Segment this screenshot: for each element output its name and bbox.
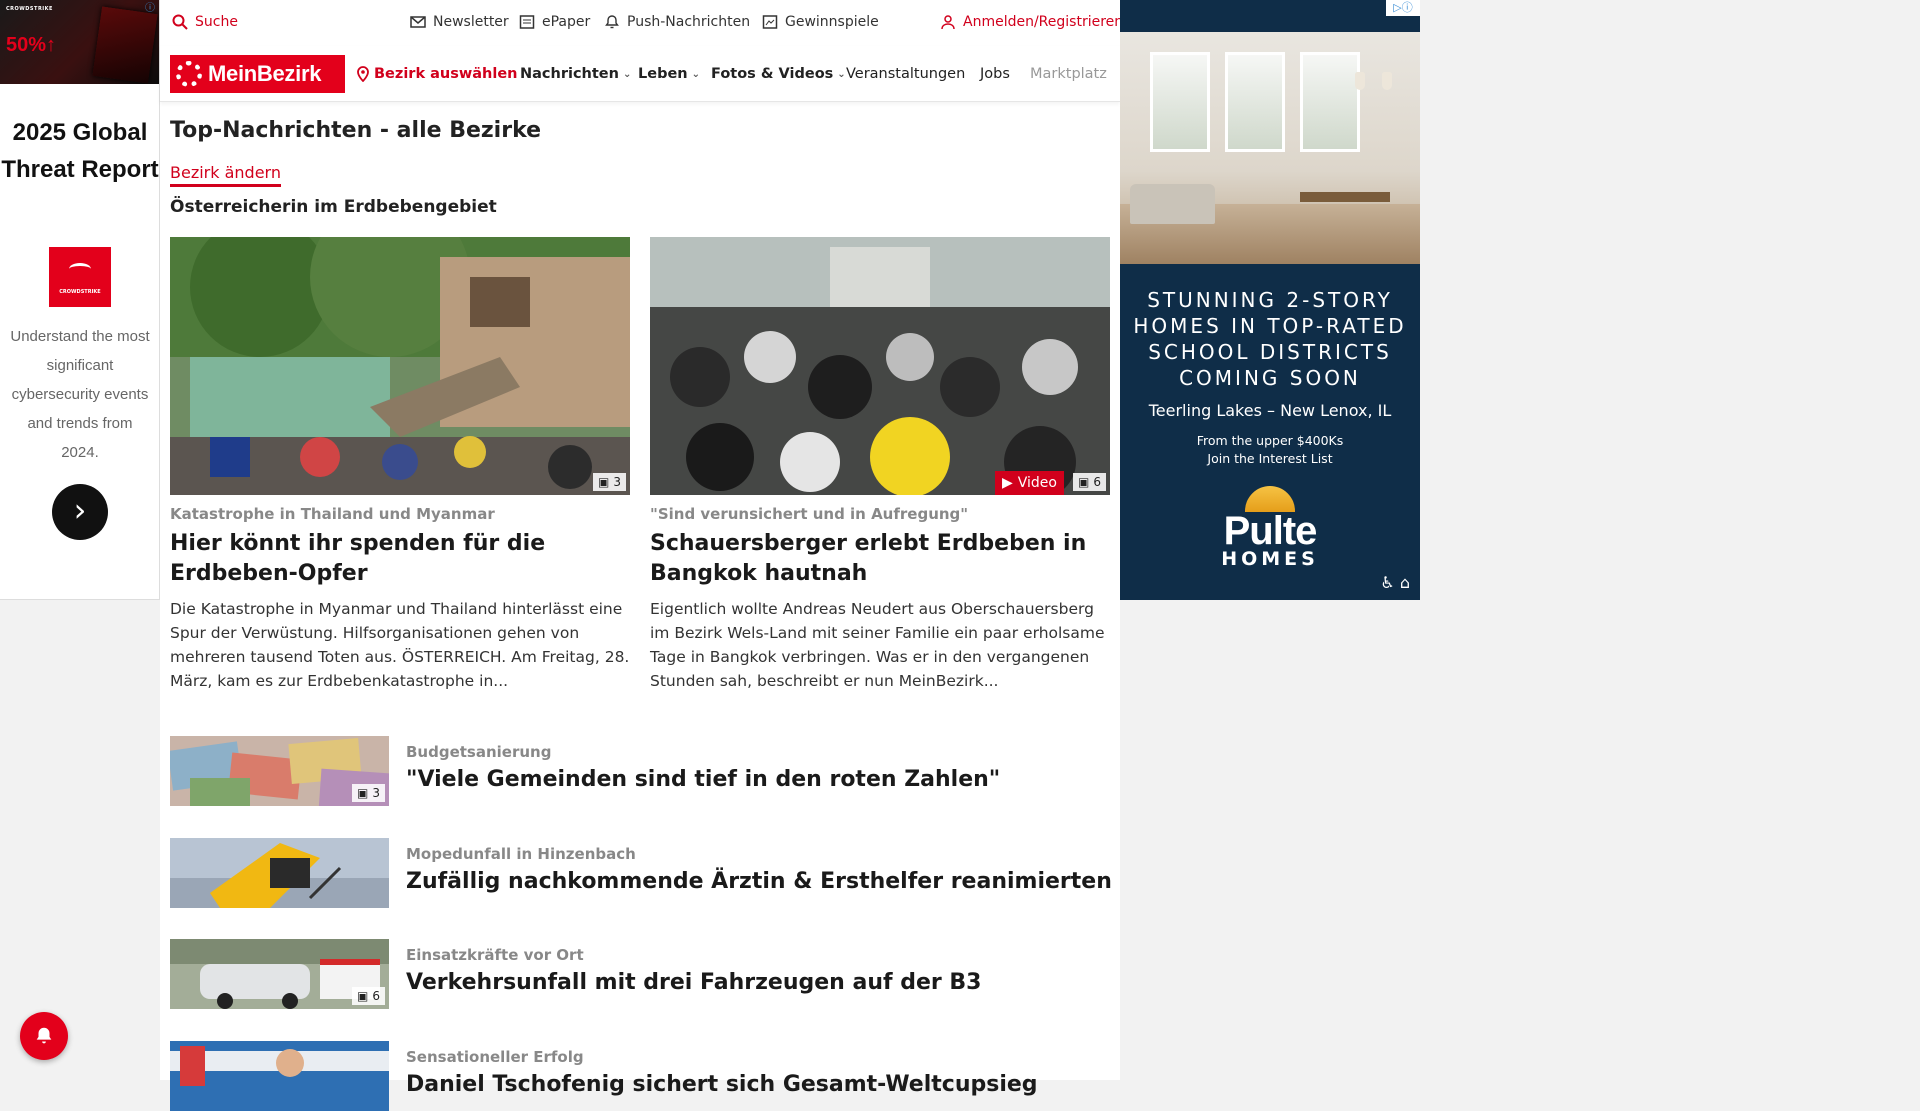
article-list-item[interactable]: ▣ 6 Einsatzkräfte vor Ort Verkehrsunfall … bbox=[170, 939, 1110, 1009]
play-icon: ▶ bbox=[1001, 475, 1013, 491]
ad-next-arrow-icon[interactable]: › bbox=[52, 484, 108, 540]
nav-leben[interactable]: Leben ⌄ bbox=[638, 66, 700, 82]
newspaper-icon bbox=[519, 15, 535, 29]
envelope-icon bbox=[410, 16, 426, 28]
article-kicker: "Sind verunsichert und in Aufregung" bbox=[650, 505, 969, 523]
photo-count-badge: ▣ 3 bbox=[593, 473, 626, 491]
article-kicker: Mopedunfall in Hinzenbach bbox=[406, 845, 636, 863]
article-title[interactable]: "Viele Gemeinden sind tief in den roten … bbox=[406, 767, 1000, 792]
section-title[interactable]: Österreicherin im Erdbebengebiet bbox=[170, 197, 497, 217]
ad-banner-image[interactable]: CROWDSTRIKE 50%↑ bbox=[0, 0, 159, 84]
chevron-down-icon: ⌄ bbox=[691, 68, 701, 80]
article-teaser: Eigentlich wollte Andreas Neudert aus Ob… bbox=[650, 600, 1105, 690]
article-kicker: Katastrophe in Thailand und Myanmar bbox=[170, 505, 495, 523]
nav-nachrichten[interactable]: Nachrichten ⌄ bbox=[520, 66, 631, 82]
top-utility-bar: Suche Newsletter ePaper Push-Nachrichten… bbox=[160, 0, 1123, 46]
article-thumbnail[interactable] bbox=[170, 838, 389, 908]
article-thumbnail[interactable]: ▣ 6 bbox=[170, 939, 389, 1009]
ad-choices-icon[interactable]: ▷ⓘ bbox=[1386, 0, 1420, 16]
article-title[interactable]: Hier könnt ihr spenden für die Erdbeben-… bbox=[170, 529, 630, 589]
right-display-ad[interactable]: ▷ⓘ STUNNING 2-STORY HOMES IN TOP-RATED S… bbox=[1120, 0, 1420, 600]
search-icon bbox=[172, 14, 188, 30]
article-image[interactable]: ▶ Video ▣ 6 bbox=[650, 237, 1110, 495]
photo-count-badge: ▣ 6 bbox=[1073, 473, 1106, 491]
ad-headline: 2025 Global Threat Report bbox=[1, 119, 159, 183]
chevron-down-icon: ⌄ bbox=[622, 68, 632, 80]
gift-icon bbox=[762, 15, 778, 29]
article-title[interactable]: Daniel Tschofenig sichert sich Gesamt-We… bbox=[406, 1072, 1038, 1097]
accessibility-equal-housing-icon: ♿ ⌂ bbox=[1380, 573, 1410, 592]
article-list-item[interactable]: Mopedunfall in Hinzenbach Zufällig nachk… bbox=[170, 838, 1112, 908]
user-icon bbox=[941, 15, 955, 30]
camera-icon: ▣ bbox=[357, 786, 369, 800]
meinbezirk-logo[interactable]: MeinBezirk bbox=[170, 55, 345, 93]
epaper-link[interactable]: ePaper bbox=[519, 14, 590, 30]
camera-icon: ▣ bbox=[598, 475, 610, 489]
article-list-item[interactable]: Sensationeller Erfolg Daniel Tschofenig … bbox=[170, 1041, 1110, 1111]
ad-house-photo[interactable] bbox=[1120, 32, 1420, 264]
photo-count-badge: ▣ 6 bbox=[352, 987, 385, 1005]
ad-headline: STUNNING 2-STORY HOMES IN TOP-RATED SCHO… bbox=[1133, 288, 1407, 390]
notification-bell-icon[interactable] bbox=[20, 1012, 68, 1060]
main-content: Suche Newsletter ePaper Push-Nachrichten… bbox=[160, 0, 1123, 1111]
bell-icon bbox=[605, 15, 619, 29]
push-notifications-link[interactable]: Push-Nachrichten bbox=[604, 14, 750, 30]
photo-count-badge: ▣ 3 bbox=[352, 784, 385, 802]
logo-sun-icon bbox=[176, 61, 202, 87]
location-pin-icon bbox=[357, 66, 369, 82]
ad-banner-percent: 50%↑ bbox=[6, 34, 57, 56]
video-badge: ▶ Video bbox=[994, 471, 1064, 495]
article-title[interactable]: Zufällig nachkommende Ärztin & Ersthelfe… bbox=[406, 869, 1112, 894]
ad-price: From the upper $400Ks Join the Interest … bbox=[1196, 433, 1344, 466]
camera-icon: ▣ bbox=[357, 989, 369, 1003]
article-kicker: Sensationeller Erfolg bbox=[406, 1048, 584, 1066]
ad-location: Teerling Lakes – New Lenox, IL bbox=[1148, 401, 1392, 420]
featured-article[interactable]: ▶ Video ▣ 6 "Sind verunsichert und in Aufr… bbox=[650, 237, 1110, 693]
page-title: Top-Nachrichten - alle Bezirke bbox=[170, 118, 542, 143]
camera-icon: ▣ bbox=[1078, 475, 1090, 489]
nav-jobs[interactable]: Jobs bbox=[980, 66, 1010, 82]
change-district-link[interactable]: Bezirk ändern bbox=[170, 163, 281, 187]
ad-info-icon[interactable]: ⓘ bbox=[143, 2, 157, 16]
main-navigation: MeinBezirk Bezirk auswählen Nachrichten ⌄… bbox=[160, 46, 1120, 102]
article-teaser: Die Katastrophe in Myanmar und Thailand … bbox=[170, 600, 630, 690]
nav-veranstaltungen[interactable]: Veranstaltungen bbox=[846, 66, 965, 82]
left-skyscraper-ad[interactable]: CROWDSTRIKE 50%↑ ⓘ 2025 Global Threat Re… bbox=[0, 0, 160, 600]
article-image[interactable]: ▣ 3 bbox=[170, 237, 630, 495]
article-title[interactable]: Schauersberger erlebt Erdbeben in Bangko… bbox=[650, 529, 1110, 589]
featured-article[interactable]: ▣ 3 Katastrophe in Thailand und Myanmar H… bbox=[170, 237, 630, 693]
article-title[interactable]: Verkehrsunfall mit drei Fahrzeugen auf d… bbox=[406, 970, 981, 995]
search-link[interactable]: Suche bbox=[172, 14, 238, 30]
nav-fotos-videos[interactable]: Fotos & Videos ⌄ bbox=[711, 66, 846, 82]
newsletter-link[interactable]: Newsletter bbox=[410, 14, 509, 30]
article-list-item[interactable]: ▣ 3 Budgetsanierung "Viele Gemeinden sind… bbox=[170, 736, 1110, 806]
nav-marktplatz[interactable]: Marktplatz bbox=[1030, 66, 1107, 82]
district-select[interactable]: Bezirk auswählen bbox=[356, 66, 518, 82]
chevron-down-icon: ⌄ bbox=[837, 68, 846, 80]
article-thumbnail[interactable]: ▣ 3 bbox=[170, 736, 389, 806]
login-register-link[interactable]: Anmelden/Registrieren bbox=[940, 14, 1123, 30]
pulte-homes-logo: Pulte HOMES bbox=[1210, 486, 1330, 576]
article-kicker: Einsatzkräfte vor Ort bbox=[406, 946, 584, 964]
ad-description: Understand the most significant cybersec… bbox=[10, 328, 150, 461]
crowdstrike-logo-icon: CROWDSTRIKE bbox=[49, 247, 111, 307]
article-thumbnail[interactable] bbox=[170, 1041, 389, 1111]
article-kicker: Budgetsanierung bbox=[406, 743, 552, 761]
prize-games-link[interactable]: Gewinnspiele bbox=[762, 14, 879, 30]
